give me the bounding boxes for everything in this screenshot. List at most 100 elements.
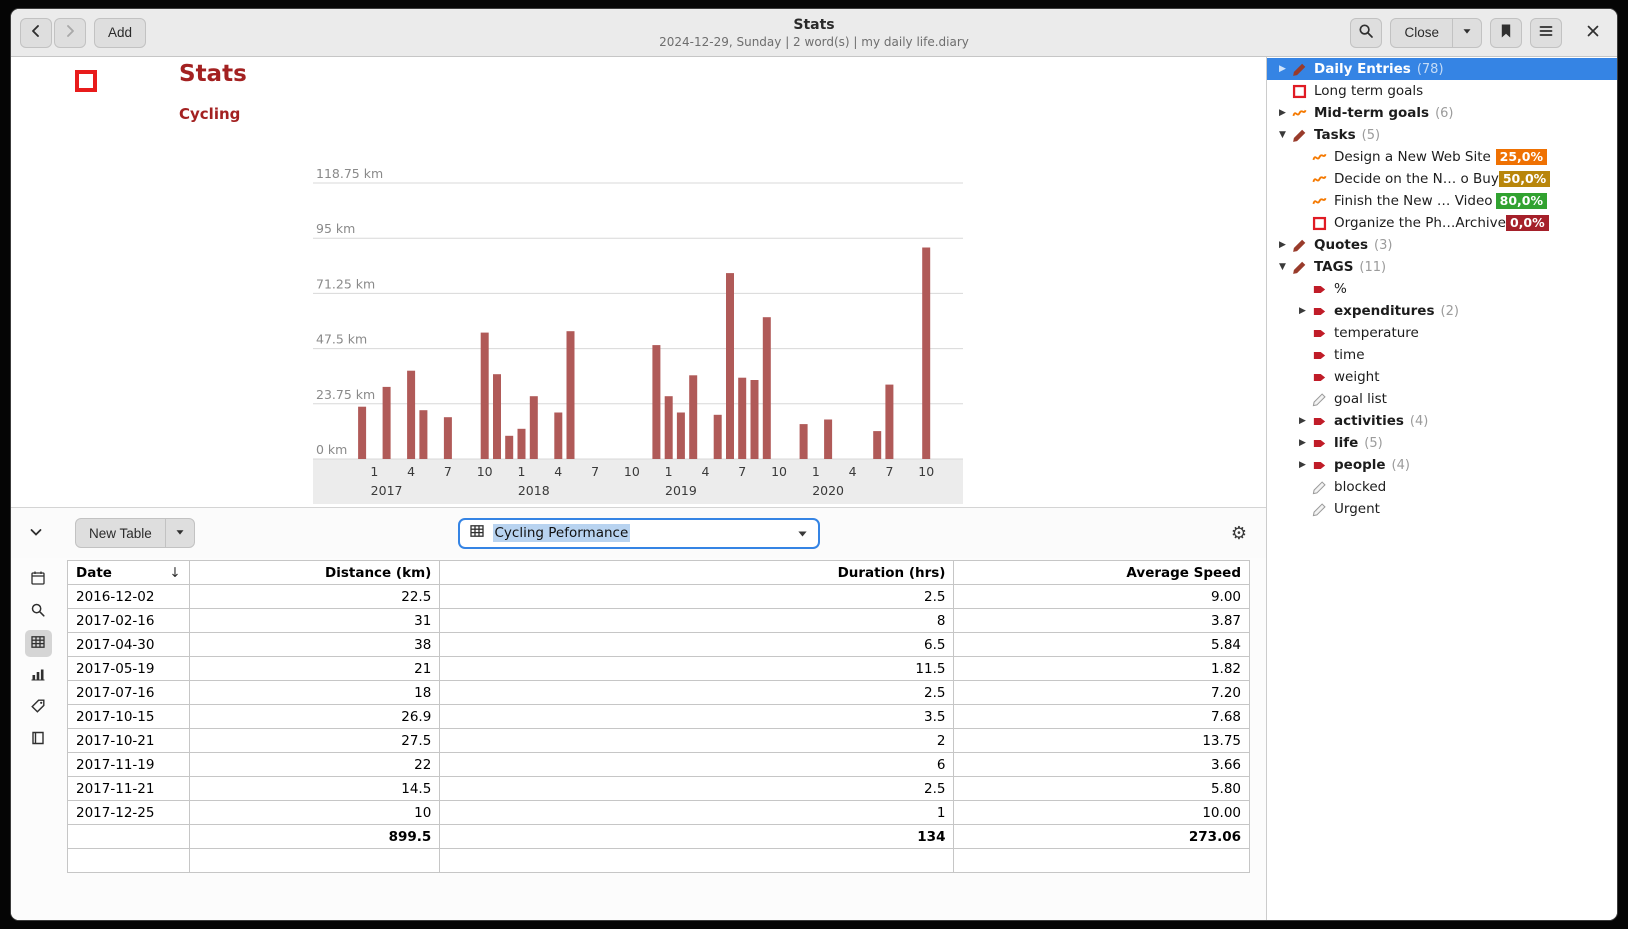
sidebar-item-design-a-new-web-site[interactable]: Design a New Web Site25,0% [1267, 146, 1617, 168]
table-cell[interactable]: 26.9 [189, 705, 440, 729]
sidebar-item-long-term-goals[interactable]: Long term goals [1267, 80, 1617, 102]
table-selector-combo[interactable]: Cycling Peformance [458, 518, 820, 549]
table-cell[interactable]: 2.5 [440, 777, 954, 801]
table-cell[interactable]: 2017-04-30 [68, 633, 190, 657]
table-cell[interactable]: 22 [189, 753, 440, 777]
collapse-panel-button[interactable] [21, 518, 51, 548]
expander-right-icon[interactable]: ▶ [1293, 306, 1312, 316]
close-diary-menu-button[interactable] [1452, 18, 1482, 48]
bookmark-button[interactable] [1490, 18, 1522, 48]
sidebar-item-quotes[interactable]: ▶Quotes(3) [1267, 234, 1617, 256]
table-cell[interactable]: 3.66 [954, 753, 1250, 777]
sidebar-item-finish-the-new-video[interactable]: Finish the New … Video80,0% [1267, 190, 1617, 212]
table-cell[interactable]: 2.5 [440, 585, 954, 609]
expander-right-icon[interactable]: ▶ [1293, 460, 1312, 470]
table-cell[interactable]: 27.5 [189, 729, 440, 753]
expander-right-icon[interactable]: ▶ [1273, 64, 1292, 74]
panel-mode-button-chart[interactable] [25, 662, 52, 689]
table-cell[interactable]: 13.75 [954, 729, 1250, 753]
search-button[interactable] [1350, 18, 1382, 48]
new-table-button[interactable]: New Table [75, 518, 166, 548]
table-cell[interactable]: 1.82 [954, 657, 1250, 681]
table-cell[interactable]: 5.80 [954, 777, 1250, 801]
sidebar-item-time[interactable]: time [1267, 344, 1617, 366]
panel-mode-button-table[interactable] [25, 630, 52, 657]
table-cell[interactable]: 6 [440, 753, 954, 777]
column-header-distance-km[interactable]: Distance (km) [189, 561, 440, 585]
sidebar-item-mid-term-goals[interactable]: ▶Mid-term goals(6) [1267, 102, 1617, 124]
column-header-average-speed[interactable]: Average Speed [954, 561, 1250, 585]
table-cell[interactable]: 10.00 [954, 801, 1250, 825]
table-cell[interactable]: 3.5 [440, 705, 954, 729]
expander-right-icon[interactable]: ▶ [1293, 438, 1312, 448]
add-entry-button[interactable]: Add [94, 18, 146, 48]
panel-mode-button-calendar[interactable] [25, 566, 52, 593]
table-cell[interactable]: 2017-10-21 [68, 729, 190, 753]
table-cell[interactable]: 31 [189, 609, 440, 633]
table-cell[interactable]: 1 [440, 801, 954, 825]
chevron-down-icon [796, 527, 809, 540]
expander-right-icon[interactable]: ▶ [1293, 416, 1312, 426]
sidebar-item-weight[interactable]: weight [1267, 366, 1617, 388]
table-cell[interactable]: 2017-05-19 [68, 657, 190, 681]
expander-down-icon[interactable]: ▼ [1273, 262, 1292, 272]
main-menu-button[interactable] [1530, 18, 1562, 48]
table-cell[interactable]: 22.5 [189, 585, 440, 609]
back-button[interactable] [20, 18, 52, 48]
table-cell[interactable]: 11.5 [440, 657, 954, 681]
table-cell[interactable]: 2017-11-19 [68, 753, 190, 777]
table-cell[interactable]: 2017-11-21 [68, 777, 190, 801]
sidebar-item-activities[interactable]: ▶activities(4) [1267, 410, 1617, 432]
table-cell[interactable]: 18 [189, 681, 440, 705]
sidebar-item-organize-the-ph-archive[interactable]: Organize the Ph…Archive0,0% [1267, 212, 1617, 234]
table-cell[interactable]: 7.68 [954, 705, 1250, 729]
sidebar-item-tasks[interactable]: ▼Tasks(5) [1267, 124, 1617, 146]
table-cell[interactable]: 8 [440, 609, 954, 633]
table-cell[interactable]: 2017-02-16 [68, 609, 190, 633]
sidebar-item-urgent[interactable]: Urgent [1267, 498, 1617, 520]
table-cell[interactable]: 38 [189, 633, 440, 657]
table-cell[interactable]: 2 [440, 729, 954, 753]
table-cell[interactable]: 7.20 [954, 681, 1250, 705]
sidebar-item-daily-entries[interactable]: ▶Daily Entries(78) [1267, 58, 1617, 80]
column-header-duration-hrs[interactable]: Duration (hrs) [440, 561, 954, 585]
sidebar-item-label: TAGS [1314, 259, 1353, 275]
table-cell[interactable]: 21 [189, 657, 440, 681]
forward-button[interactable] [54, 18, 86, 48]
new-table-menu-button[interactable] [165, 518, 195, 548]
todo-checkbox-icon[interactable] [75, 70, 97, 92]
sidebar-item-item[interactable]: % [1267, 278, 1617, 300]
panel-mode-button-notebook[interactable] [25, 726, 52, 753]
sidebar-item-life[interactable]: ▶life(5) [1267, 432, 1617, 454]
table-cell[interactable]: 2.5 [440, 681, 954, 705]
table-settings-button[interactable]: ⚙ [1224, 518, 1254, 548]
table-cell[interactable]: 14.5 [189, 777, 440, 801]
sidebar-item-tags[interactable]: ▼TAGS(11) [1267, 256, 1617, 278]
sidebar-item-expenditures[interactable]: ▶expenditures(2) [1267, 300, 1617, 322]
table-cell[interactable]: 2017-07-16 [68, 681, 190, 705]
table-cell[interactable]: 3.87 [954, 609, 1250, 633]
table-cell[interactable]: 10 [189, 801, 440, 825]
sidebar-item-people[interactable]: ▶people(4) [1267, 454, 1617, 476]
panel-mode-button-tag[interactable] [25, 694, 52, 721]
column-header-date[interactable]: Date↓ [68, 561, 190, 585]
expander-down-icon[interactable]: ▼ [1273, 130, 1292, 140]
table-cell[interactable]: 5.84 [954, 633, 1250, 657]
sidebar-item-blocked[interactable]: blocked [1267, 476, 1617, 498]
expander-right-icon[interactable]: ▶ [1273, 240, 1292, 250]
item-count: (2) [1441, 304, 1459, 319]
table-cell[interactable]: 2017-12-25 [68, 801, 190, 825]
sidebar-item-goal-list[interactable]: goal list [1267, 388, 1617, 410]
panel-mode-button-search[interactable] [25, 598, 52, 625]
table-container: Date↓Distance (km)Duration (hrs)Average … [67, 560, 1250, 920]
expander-right-icon[interactable]: ▶ [1273, 108, 1292, 118]
window-close-button[interactable] [1578, 18, 1608, 48]
totals-cell [68, 825, 190, 849]
table-cell[interactable]: 2017-10-15 [68, 705, 190, 729]
table-cell[interactable]: 2016-12-02 [68, 585, 190, 609]
table-cell[interactable]: 6.5 [440, 633, 954, 657]
sidebar-item-temperature[interactable]: temperature [1267, 322, 1617, 344]
table-cell[interactable]: 9.00 [954, 585, 1250, 609]
close-diary-button[interactable]: Close [1390, 18, 1453, 48]
sidebar-item-decide-on-the-n-o-buy[interactable]: Decide on the N… o Buy50,0% [1267, 168, 1617, 190]
